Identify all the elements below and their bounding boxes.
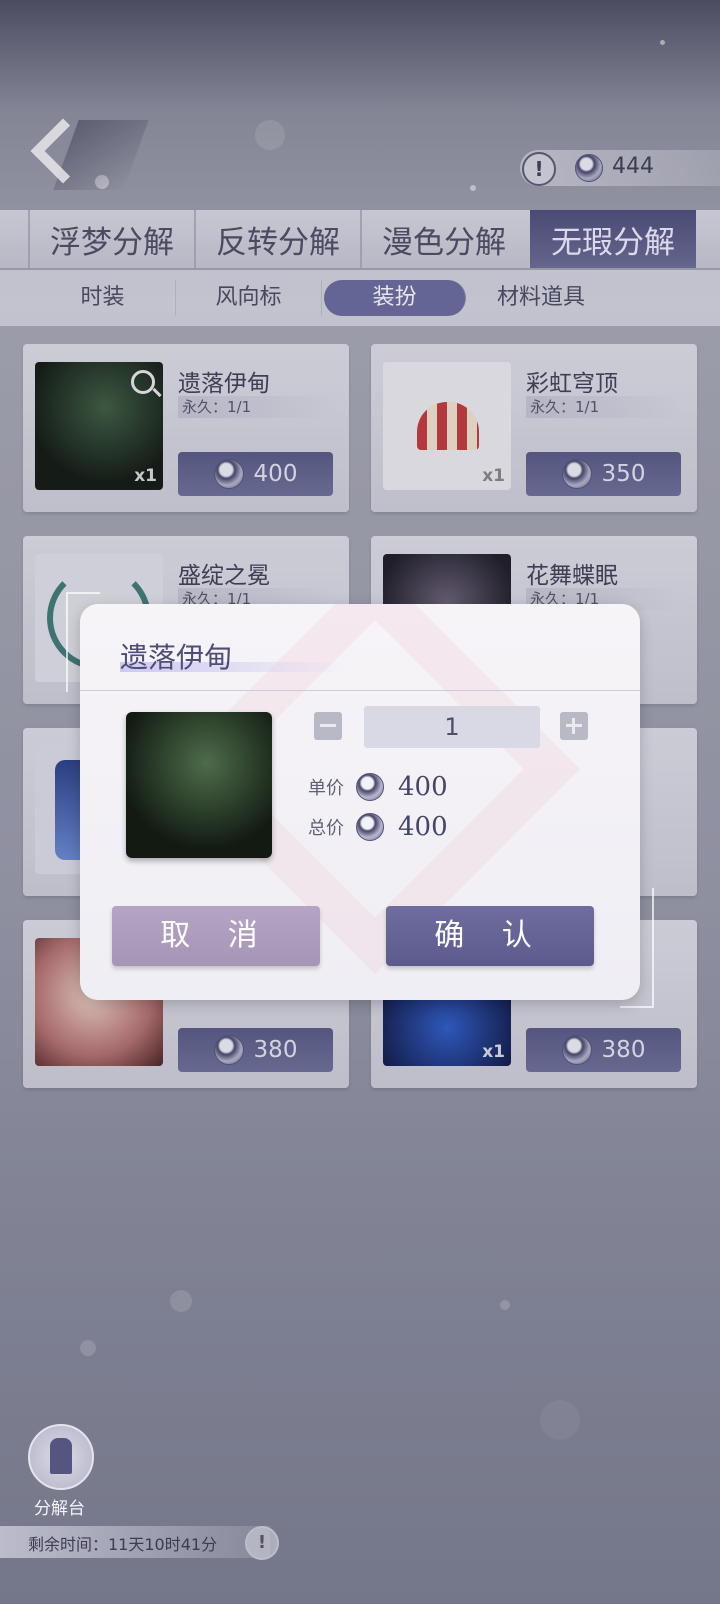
timer-bar: 剩余时间：11天10时41分 bbox=[0, 1526, 270, 1558]
dialog-title: 遗落伊甸 bbox=[120, 641, 233, 674]
remaining-time: 剩余时间：11天10时41分 bbox=[28, 1535, 218, 1554]
quantity-field[interactable]: 1 bbox=[364, 706, 540, 748]
decrease-quantity-button[interactable] bbox=[314, 712, 342, 740]
increase-quantity-button[interactable] bbox=[560, 712, 588, 740]
total-price-value: 400 bbox=[398, 812, 448, 842]
crystal-gem-icon bbox=[356, 813, 384, 841]
confirm-button[interactable]: 确 认 bbox=[386, 906, 594, 966]
timer-info-icon[interactable]: ! bbox=[245, 1526, 279, 1560]
decompose-station-label: 分解台 bbox=[34, 1499, 85, 1519]
unit-price-label: 单价 bbox=[308, 778, 344, 799]
dress-icon bbox=[50, 1438, 72, 1474]
total-price-row: 总价 400 bbox=[308, 812, 448, 842]
dialog-item-thumbnail bbox=[126, 712, 272, 858]
unit-price-value: 400 bbox=[398, 772, 448, 802]
purchase-dialog: 遗落伊甸 1 单价 400 总价 400 取 消 确 认 bbox=[80, 604, 640, 1000]
unit-price-row: 单价 400 bbox=[308, 772, 448, 802]
cancel-button[interactable]: 取 消 bbox=[112, 906, 320, 966]
total-price-label: 总价 bbox=[308, 818, 344, 839]
dialog-divider bbox=[80, 690, 640, 691]
crystal-gem-icon bbox=[356, 773, 384, 801]
decompose-station-button[interactable] bbox=[28, 1424, 94, 1490]
